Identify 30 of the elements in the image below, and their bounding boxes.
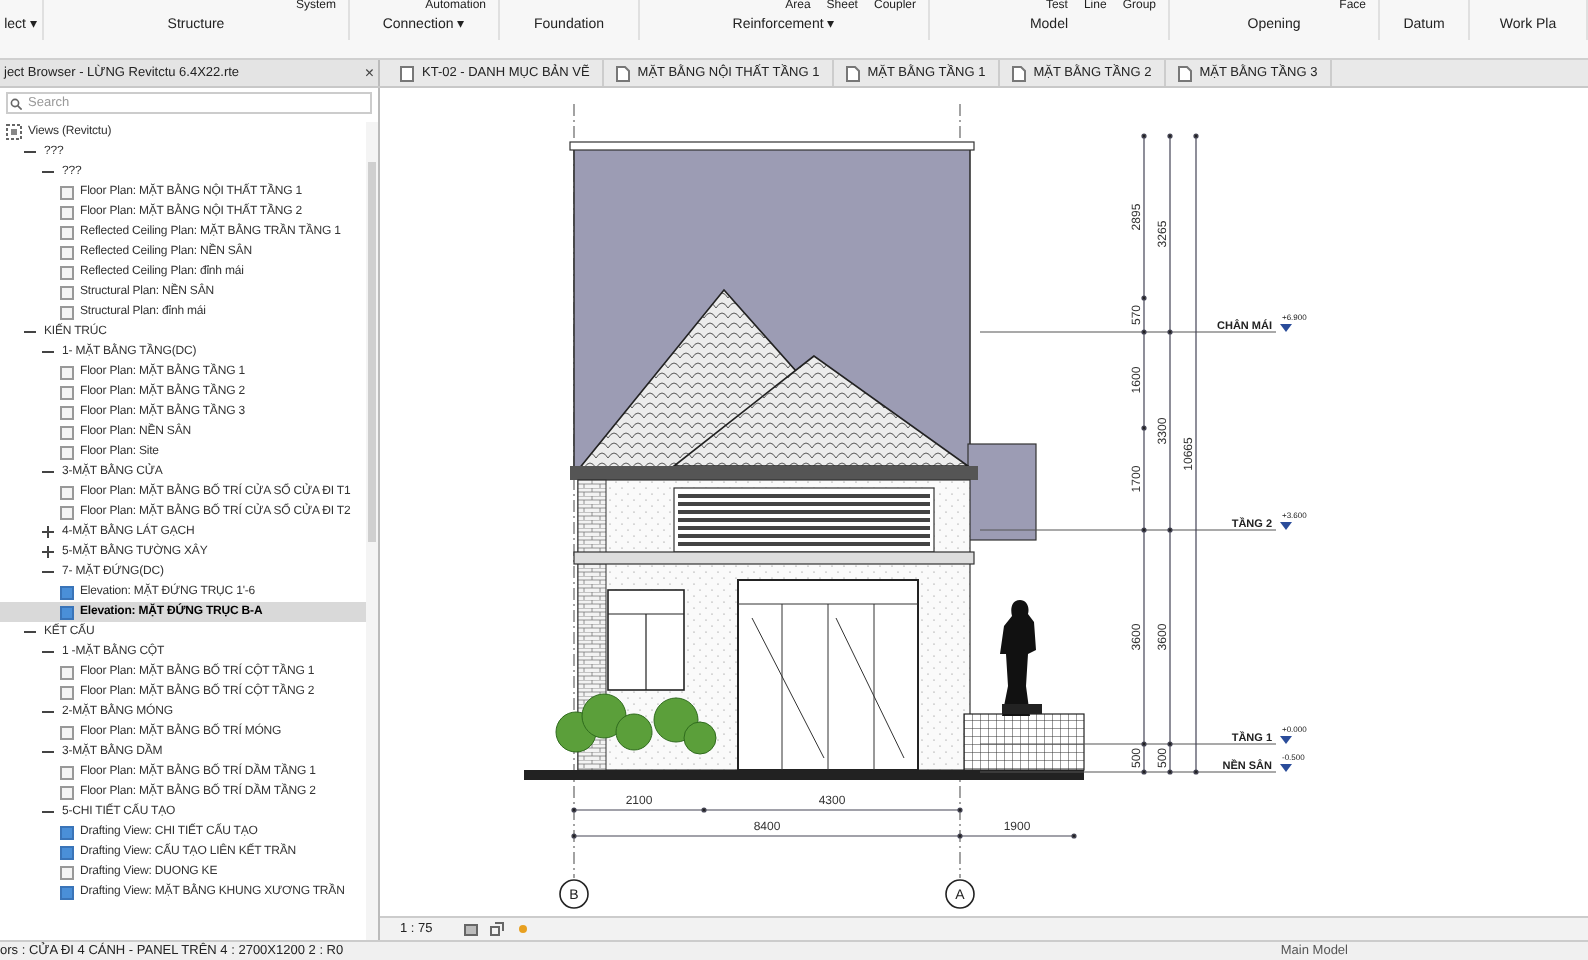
document-icon	[615, 65, 630, 81]
visual-style-icon[interactable]	[490, 922, 505, 936]
search-icon	[10, 97, 22, 109]
sheet-icon	[400, 65, 414, 81]
collapse-icon[interactable]	[24, 326, 36, 338]
collapse-icon[interactable]	[24, 146, 36, 158]
collapse-icon[interactable]	[42, 646, 54, 658]
close-button[interactable]: ×	[364, 65, 374, 81]
level-marker-icon	[1280, 764, 1292, 772]
collapse-icon[interactable]	[42, 566, 54, 578]
collapse-icon[interactable]	[42, 806, 54, 818]
level-marker-icon	[1280, 324, 1292, 332]
level-marker-icon	[1280, 522, 1292, 530]
collapse-icon[interactable]	[42, 346, 54, 358]
expand-icon[interactable]	[42, 526, 54, 538]
grid-bubble	[559, 879, 589, 909]
collapse-icon[interactable]	[42, 706, 54, 718]
scrollbar[interactable]	[366, 122, 378, 940]
collapse-icon[interactable]	[24, 626, 36, 638]
collapse-icon[interactable]	[42, 166, 54, 178]
level-marker-icon	[1280, 736, 1292, 744]
document-icon	[1177, 65, 1192, 81]
expand-icon[interactable]	[42, 546, 54, 558]
collapse-icon[interactable]	[42, 466, 54, 478]
detail-level-icon[interactable]	[464, 923, 479, 935]
collapse-icon[interactable]	[42, 746, 54, 758]
document-icon	[1011, 65, 1026, 81]
grid-bubble	[945, 879, 975, 909]
document-icon	[845, 65, 860, 81]
views-icon	[6, 124, 22, 140]
